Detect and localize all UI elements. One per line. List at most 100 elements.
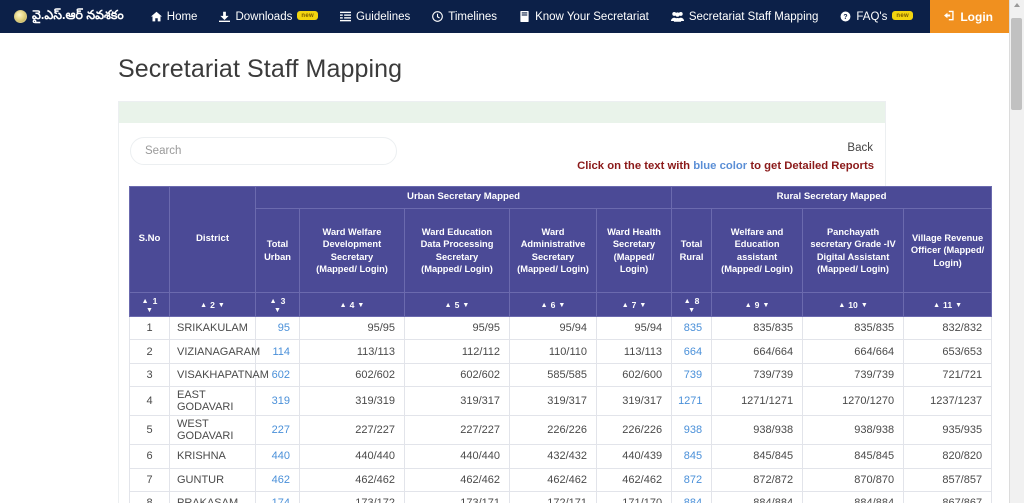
table-cell-total-rural-link[interactable]: 872 [684,474,702,486]
sort-control-sno[interactable]: ▲ 1 ▼ [129,292,170,317]
table-cell-total-urban[interactable]: 319 [255,386,300,417]
table-cell-total-urban-link[interactable]: 95 [278,322,290,334]
table-cell-total-rural[interactable]: 835 [671,315,713,341]
table-cell-total-rural-link[interactable]: 739 [684,369,702,381]
table-cell-total-urban-link[interactable]: 602 [272,369,290,381]
table-cell-total-urban[interactable]: 440 [255,444,300,469]
sort-control-wwds[interactable]: ▲ 4 ▼ [299,292,405,317]
nav-item-downloads[interactable]: Downloads new [208,5,328,29]
sort-desc-icon[interactable]: ▼ [861,302,868,309]
nav-item-guidelines[interactable]: Guidelines [329,5,421,29]
sort-desc-icon[interactable]: ▼ [955,302,962,309]
table-cell-total-urban-link[interactable]: 319 [272,395,290,407]
table-cell-total-urban-link[interactable]: 114 [272,346,290,358]
nav-item-faqs[interactable]: ? FAQ's new [829,5,924,29]
sort-desc-icon[interactable]: ▼ [357,302,364,309]
sort-desc-icon[interactable]: ▼ [146,307,153,314]
sort-asc-icon[interactable]: ▲ [622,302,629,309]
sort-desc-icon[interactable]: ▼ [639,302,646,309]
table-cell-sno: 1 [129,315,170,341]
sort-asc-icon[interactable]: ▲ [142,298,149,305]
nav-item-know-your-secretariat[interactable]: Know Your Secretariat [508,5,660,29]
col-label-line: Secretary [531,251,575,262]
login-button[interactable]: Login [930,0,1009,33]
sort-asc-icon[interactable]: ▲ [340,302,347,309]
scroll-up-arrow-icon[interactable] [1014,3,1020,7]
sort-desc-icon[interactable]: ▼ [462,302,469,309]
sort-asc-icon[interactable]: ▲ [541,302,548,309]
col-label-line: Secretary [612,239,656,250]
col-header-total-rural[interactable]: Total Rural [671,208,713,293]
sort-control-total-rural[interactable]: ▲ 8 ▼ [671,292,713,317]
table-cell-total-rural[interactable]: 872 [671,467,713,492]
search-input[interactable] [130,137,397,165]
sort-desc-icon[interactable]: ▼ [218,302,225,309]
col-header-ward-administrative-secretary[interactable]: Ward Administrative Secretary (Mapped/ L… [509,208,597,293]
col-label-line: Urban [264,251,291,262]
col-header-ward-health-secretary[interactable]: Ward Health Secretary (Mapped/ Login) [595,208,673,293]
sort-desc-icon[interactable]: ▼ [762,302,769,309]
back-link[interactable]: Back [847,142,873,154]
table-cell-total-rural[interactable]: 739 [671,362,713,388]
col-header-total-urban[interactable]: Total Urban [255,208,300,293]
table-cell-district: VISAKHAPATNAM [169,362,269,388]
col-header-panchayath-secretary-digital-assistant[interactable]: Panchayath secretary Grade -IV Digital A… [802,208,905,293]
sort-control-district[interactable]: ▲ 2 ▼ [169,292,256,317]
table-cell-total-urban[interactable]: 174 [255,490,300,503]
sort-asc-icon[interactable]: ▲ [270,298,277,305]
sort-desc-icon[interactable]: ▼ [558,302,565,309]
table-cell-total-rural-link[interactable]: 884 [684,497,702,503]
page-title: Secretariat Staff Mapping [118,55,403,83]
table-cell-total-urban[interactable]: 95 [255,315,300,341]
sort-desc-icon[interactable]: ▼ [274,307,281,314]
table-cell-total-rural-link[interactable]: 835 [684,322,702,334]
site-logo-icon [14,10,27,23]
sort-control-total-urban[interactable]: ▲ 3 ▼ [255,292,300,317]
table-cell-total-rural[interactable]: 938 [671,415,713,446]
table-cell-total-rural[interactable]: 664 [671,339,713,364]
scrollbar-thumb[interactable] [1011,18,1022,110]
sort-control-psg4[interactable]: ▲ 10 ▼ [802,292,905,317]
col-header-ward-welfare-development-secretary[interactable]: Ward Welfare Development Secretary (Mapp… [299,208,405,293]
sort-control-whs[interactable]: ▲ 7 ▼ [595,292,673,317]
table-cell-total-rural-link[interactable]: 664 [684,346,702,358]
table-cell-total-urban-link[interactable]: 227 [272,424,290,436]
sort-asc-icon[interactable]: ▲ [745,302,752,309]
table-cell-total-urban[interactable]: 227 [255,415,300,446]
nav-item-secretariat-staff-mapping[interactable]: Secretariat Staff Mapping [660,5,830,29]
sort-asc-icon[interactable]: ▲ [933,302,940,309]
table-cell-total-rural-link[interactable]: 938 [684,424,702,436]
col-header-district[interactable]: District [169,186,256,293]
table-cell-total-rural[interactable]: 884 [671,490,713,503]
nav-badge-new: new [892,11,913,20]
nav-item-home[interactable]: Home [140,5,209,29]
sort-asc-icon[interactable]: ▲ [200,302,207,309]
col-label-line: Digital Assistant [816,251,890,262]
table-cell-total-rural-link[interactable]: 1271 [678,395,702,407]
table-row: 1 SRIKAKULAM 95 95/95 95/95 95/94 95/94 835 835/… [129,315,993,341]
site-brand[interactable]: వై.ఎస్.ఆర్ నవశకం [8,8,124,26]
table-cell-total-rural[interactable]: 1271 [671,386,713,417]
col-header-ward-education-data-processing-secretary[interactable]: Ward Education Data Processing Secretary… [404,208,510,293]
sort-desc-icon[interactable]: ▼ [688,307,695,314]
table-cell-total-urban[interactable]: 114 [255,339,300,364]
sort-asc-icon[interactable]: ▲ [838,302,845,309]
page-scrollbar[interactable] [1009,0,1024,503]
col-header-village-revenue-officer[interactable]: Village Revenue Officer (Mapped/ Login) [903,208,993,293]
table-cell-total-urban-link[interactable]: 440 [272,450,290,462]
sort-asc-icon[interactable]: ▲ [445,302,452,309]
table-cell-total-urban[interactable]: 462 [255,467,300,492]
sort-control-was[interactable]: ▲ 6 ▼ [509,292,597,317]
table-cell-total-rural[interactable]: 845 [671,444,713,469]
nav-item-timelines[interactable]: Timelines [421,5,508,29]
table-cell-district: KRISHNA [169,444,256,469]
sort-control-vro[interactable]: ▲ 11 ▼ [903,292,993,317]
table-cell-total-urban-link[interactable]: 174 [272,497,290,503]
table-cell-total-urban-link[interactable]: 462 [272,474,290,486]
col-header-sno[interactable]: S.No [129,186,170,293]
sort-asc-icon[interactable]: ▲ [684,298,691,305]
sort-control-wea[interactable]: ▲ 9 ▼ [711,292,804,317]
col-header-welfare-education-assistant[interactable]: Welfare and Education assistant (Mapped/… [711,208,804,293]
table-cell-total-rural-link[interactable]: 845 [684,450,702,462]
sort-control-wedps[interactable]: ▲ 5 ▼ [404,292,510,317]
